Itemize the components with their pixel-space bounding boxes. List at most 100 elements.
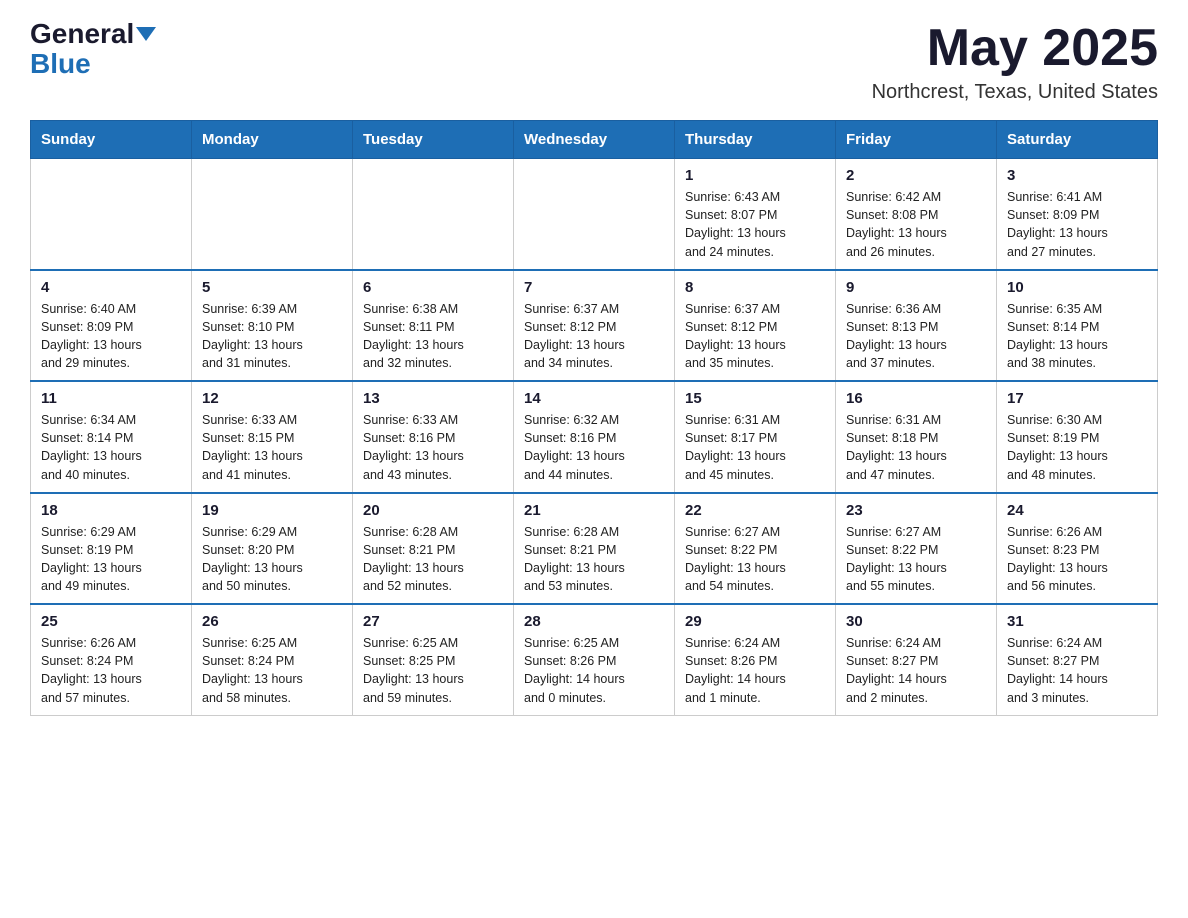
day-number: 3 [1007,167,1147,184]
day-number: 25 [41,613,181,630]
calendar-cell: 11 Sunrise: 6:34 AM Sunset: 8:14 PM Dayli… [31,381,192,493]
col-wednesday: Wednesday [514,121,675,159]
logo: General Blue [30,20,156,80]
calendar-cell: 28 Sunrise: 6:25 AM Sunset: 8:26 PM Dayli… [514,604,675,715]
calendar-header-row: Sunday Monday Tuesday Wednesday Thursday… [31,121,1158,159]
day-info: Sunrise: 6:42 AM Sunset: 8:08 PM Dayligh… [846,188,986,261]
calendar-week-row: 18Sunrise: 6:29 AM Sunset: 8:19 PM Dayli… [31,493,1158,605]
day-info: Sunrise: 6:33 AM Sunset: 8:16 PM Dayligh… [363,411,503,484]
day-info: Sunrise: 6:43 AM Sunset: 8:07 PM Dayligh… [685,188,825,261]
day-info: Sunrise: 6:24 AM Sunset: 8:26 PM Dayligh… [685,634,825,707]
calendar-week-row: 25 Sunrise: 6:26 AM Sunset: 8:24 PM Dayli… [31,604,1158,715]
logo-general-text: General [30,20,134,48]
calendar-cell: 22 Sunrise: 6:27 AM Sunset: 8:22 PM Dayli… [675,493,836,605]
day-info: Sunrise: 6:30 AM Sunset: 8:19 PM Dayligh… [1007,411,1147,484]
calendar-cell: 14 Sunrise: 6:32 AM Sunset: 8:16 PM Dayli… [514,381,675,493]
calendar-week-row: 1 Sunrise: 6:43 AM Sunset: 8:07 PM Daylig… [31,159,1158,270]
day-number: 22 [685,502,825,519]
calendar-cell: 27 Sunrise: 6:25 AM Sunset: 8:25 PM Dayli… [353,604,514,715]
calendar-cell: 21 Sunrise: 6:28 AM Sunset: 8:21 PM Dayli… [514,493,675,605]
day-info: Sunrise: 6:26 AM Sunset: 8:24 PM Dayligh… [41,634,181,707]
day-number: 23 [846,502,986,519]
day-number: 1 [685,167,825,184]
day-number: 17 [1007,390,1147,407]
day-number: 9 [846,279,986,296]
calendar-cell: 16Sunrise: 6:31 AM Sunset: 8:18 PM Dayli… [836,381,997,493]
day-info: Sunrise: 6:40 AM Sunset: 8:09 PM Dayligh… [41,300,181,373]
day-info: Sunrise: 6:41 AM Sunset: 8:09 PM Dayligh… [1007,188,1147,261]
location-text: Northcrest, Texas, United States [872,81,1158,104]
day-info: Sunrise: 6:34 AM Sunset: 8:14 PM Dayligh… [41,411,181,484]
calendar-cell: 9Sunrise: 6:36 AM Sunset: 8:13 PM Daylig… [836,270,997,382]
day-number: 10 [1007,279,1147,296]
calendar-cell: 3 Sunrise: 6:41 AM Sunset: 8:09 PM Daylig… [997,159,1158,270]
col-friday: Friday [836,121,997,159]
calendar-cell: 30 Sunrise: 6:24 AM Sunset: 8:27 PM Dayli… [836,604,997,715]
month-title: May 2025 [872,20,1158,77]
day-number: 21 [524,502,664,519]
calendar-cell: 10 Sunrise: 6:35 AM Sunset: 8:14 PM Dayli… [997,270,1158,382]
day-info: Sunrise: 6:27 AM Sunset: 8:22 PM Dayligh… [685,523,825,596]
calendar-cell: 23 Sunrise: 6:27 AM Sunset: 8:22 PM Dayli… [836,493,997,605]
calendar-cell [514,159,675,270]
day-info: Sunrise: 6:24 AM Sunset: 8:27 PM Dayligh… [1007,634,1147,707]
day-info: Sunrise: 6:28 AM Sunset: 8:21 PM Dayligh… [363,523,503,596]
day-number: 26 [202,613,342,630]
calendar-cell: 7Sunrise: 6:37 AM Sunset: 8:12 PM Daylig… [514,270,675,382]
day-number: 16 [846,390,986,407]
day-info: Sunrise: 6:37 AM Sunset: 8:12 PM Dayligh… [685,300,825,373]
day-number: 2 [846,167,986,184]
calendar-week-row: 4 Sunrise: 6:40 AM Sunset: 8:09 PM Daylig… [31,270,1158,382]
day-number: 11 [41,390,181,407]
day-info: Sunrise: 6:31 AM Sunset: 8:17 PM Dayligh… [685,411,825,484]
calendar-cell: 19Sunrise: 6:29 AM Sunset: 8:20 PM Dayli… [192,493,353,605]
day-number: 7 [524,279,664,296]
day-number: 14 [524,390,664,407]
day-info: Sunrise: 6:25 AM Sunset: 8:26 PM Dayligh… [524,634,664,707]
day-number: 30 [846,613,986,630]
calendar-cell: 1 Sunrise: 6:43 AM Sunset: 8:07 PM Daylig… [675,159,836,270]
day-info: Sunrise: 6:25 AM Sunset: 8:24 PM Dayligh… [202,634,342,707]
calendar-week-row: 11 Sunrise: 6:34 AM Sunset: 8:14 PM Dayli… [31,381,1158,493]
logo-blue-text: Blue [30,48,91,80]
calendar-cell [353,159,514,270]
day-number: 6 [363,279,503,296]
calendar-table: Sunday Monday Tuesday Wednesday Thursday… [30,120,1158,716]
calendar-cell: 31 Sunrise: 6:24 AM Sunset: 8:27 PM Dayli… [997,604,1158,715]
day-info: Sunrise: 6:38 AM Sunset: 8:11 PM Dayligh… [363,300,503,373]
day-number: 18 [41,502,181,519]
col-tuesday: Tuesday [353,121,514,159]
day-info: Sunrise: 6:35 AM Sunset: 8:14 PM Dayligh… [1007,300,1147,373]
calendar-cell: 13Sunrise: 6:33 AM Sunset: 8:16 PM Dayli… [353,381,514,493]
calendar-cell [31,159,192,270]
day-number: 8 [685,279,825,296]
calendar-cell: 18Sunrise: 6:29 AM Sunset: 8:19 PM Dayli… [31,493,192,605]
day-number: 15 [685,390,825,407]
day-number: 24 [1007,502,1147,519]
calendar-cell: 4 Sunrise: 6:40 AM Sunset: 8:09 PM Daylig… [31,270,192,382]
title-area: May 2025 Northcrest, Texas, United State… [872,20,1158,104]
calendar-cell: 8 Sunrise: 6:37 AM Sunset: 8:12 PM Daylig… [675,270,836,382]
day-number: 29 [685,613,825,630]
day-info: Sunrise: 6:24 AM Sunset: 8:27 PM Dayligh… [846,634,986,707]
calendar-cell: 29 Sunrise: 6:24 AM Sunset: 8:26 PM Dayli… [675,604,836,715]
day-number: 4 [41,279,181,296]
day-number: 27 [363,613,503,630]
calendar-cell [192,159,353,270]
day-info: Sunrise: 6:25 AM Sunset: 8:25 PM Dayligh… [363,634,503,707]
day-info: Sunrise: 6:32 AM Sunset: 8:16 PM Dayligh… [524,411,664,484]
day-info: Sunrise: 6:26 AM Sunset: 8:23 PM Dayligh… [1007,523,1147,596]
day-number: 28 [524,613,664,630]
calendar-cell: 26 Sunrise: 6:25 AM Sunset: 8:24 PM Dayli… [192,604,353,715]
calendar-cell: 6 Sunrise: 6:38 AM Sunset: 8:11 PM Daylig… [353,270,514,382]
day-number: 5 [202,279,342,296]
logo-arrow-icon [136,27,156,41]
day-info: Sunrise: 6:39 AM Sunset: 8:10 PM Dayligh… [202,300,342,373]
day-info: Sunrise: 6:33 AM Sunset: 8:15 PM Dayligh… [202,411,342,484]
col-saturday: Saturday [997,121,1158,159]
day-number: 12 [202,390,342,407]
day-info: Sunrise: 6:28 AM Sunset: 8:21 PM Dayligh… [524,523,664,596]
day-number: 31 [1007,613,1147,630]
day-info: Sunrise: 6:27 AM Sunset: 8:22 PM Dayligh… [846,523,986,596]
calendar-cell: 5 Sunrise: 6:39 AM Sunset: 8:10 PM Daylig… [192,270,353,382]
